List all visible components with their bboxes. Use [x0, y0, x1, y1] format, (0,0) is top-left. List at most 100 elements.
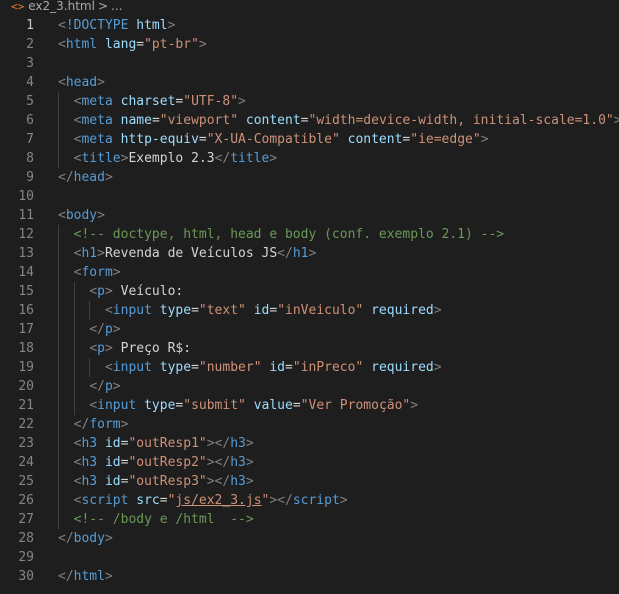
code-token: h3	[81, 474, 98, 489]
line-code: <p> Veículo:	[89, 282, 183, 301]
code-line[interactable]: 24 <h3 id="outResp2"></h3>	[0, 453, 619, 472]
line-code: <h3 id="outResp1"></h3>	[74, 434, 254, 453]
code-line[interactable]: 6 <meta name="viewport" content="width=de…	[0, 111, 619, 130]
line-code: <meta http-equiv="X-UA-Compatible" conte…	[74, 130, 489, 149]
code-editor[interactable]: < > ex2_3.html >... 1 <!DOCTYPE html> 2 <html …	[0, 0, 619, 594]
code-token: body	[73, 531, 105, 546]
code-line[interactable]: 3	[0, 54, 619, 73]
code-line[interactable]: 1 <!DOCTYPE html>	[0, 16, 619, 35]
code-line[interactable]: 12 <!-- doctype, html, head e body (conf.…	[0, 225, 619, 244]
code-line[interactable]: 8 <title>Exemplo 2.3</title>	[0, 149, 619, 168]
code-line[interactable]: 17 </p>	[0, 320, 619, 339]
indent-guide	[58, 472, 59, 491]
code-token: <	[89, 341, 98, 356]
breadcrumb-trail[interactable]: ...	[111, 0, 122, 13]
code-lines[interactable]: 1 <!DOCTYPE html> 2 <html lang="pt-br"> 3 4 <h…	[0, 16, 619, 586]
code-line[interactable]: 30 </html>	[0, 567, 619, 586]
line-code: <meta charset="UTF-8">	[74, 92, 246, 111]
code-token: =	[191, 303, 199, 318]
line-number: 11	[18, 208, 34, 223]
code-line[interactable]: 22 </form>	[0, 415, 619, 434]
code-token: p	[97, 284, 105, 299]
code-token: http-equiv	[120, 132, 199, 147]
indent-guide	[58, 434, 59, 453]
line-number: 13	[18, 246, 34, 261]
code-token: <	[89, 284, 98, 299]
code-line[interactable]: 19 <input type="number" id="inPreco" requ…	[0, 358, 619, 377]
line-number: 20	[18, 379, 34, 394]
code-token: p	[104, 379, 113, 394]
indent-guide	[58, 510, 59, 529]
line-code: </form>	[74, 415, 129, 434]
code-token: h1	[81, 246, 98, 261]
code-token: >	[198, 37, 207, 52]
code-token: >	[104, 284, 113, 299]
code-token: h3	[230, 474, 246, 489]
code-token: id	[104, 436, 121, 451]
line-number: 16	[18, 303, 34, 318]
code-line[interactable]: 15 <p> Veículo:	[0, 282, 619, 301]
code-token: content	[347, 132, 403, 147]
line-code: <meta name="viewport" content="width=dev…	[74, 111, 619, 130]
code-token: html	[65, 37, 98, 52]
code-token: </	[214, 474, 231, 489]
code-line[interactable]: 25 <h3 id="outResp3"></h3>	[0, 472, 619, 491]
code-line[interactable]: 20 </p>	[0, 377, 619, 396]
code-line[interactable]: 11 <body>	[0, 206, 619, 225]
code-line[interactable]: 23 <h3 id="outResp1"></h3>	[0, 434, 619, 453]
code-line[interactable]: 4 <head>	[0, 73, 619, 92]
breadcrumb-filename[interactable]: ex2_3.html	[28, 0, 95, 13]
code-token: type	[144, 398, 176, 413]
code-line[interactable]: 2 <html lang="pt-br">	[0, 35, 619, 54]
code-line[interactable]: 9 </head>	[0, 168, 619, 187]
code-token: >	[112, 265, 121, 280]
code-line[interactable]: 21 <input type="submit" value="Ver Promoç…	[0, 396, 619, 415]
code-token: </	[58, 531, 74, 546]
code-token: >	[238, 94, 246, 109]
code-token: <!-- doctype, html, head e body (conf. e…	[73, 227, 505, 242]
line-number: 18	[18, 341, 34, 356]
code-token: </	[214, 436, 231, 451]
code-token: <	[58, 75, 66, 90]
code-token: "number"	[198, 360, 262, 375]
code-token: head	[65, 75, 98, 90]
code-token: >	[112, 322, 121, 337]
code-line[interactable]: 18 <p> Preço R$:	[0, 339, 619, 358]
code-line[interactable]: 7 <meta http-equiv="X-UA-Compatible" cont…	[0, 130, 619, 149]
indent-guide	[58, 149, 59, 168]
code-token: body	[65, 208, 98, 223]
code-token: "ie=edge"	[410, 132, 481, 147]
line-number: 24	[18, 455, 34, 470]
code-token: >	[245, 474, 254, 489]
code-token: =	[300, 113, 309, 128]
code-line[interactable]: 5 <meta charset="UTF-8">	[0, 92, 619, 111]
code-token: "Ver Promoção"	[300, 398, 411, 413]
code-token: >	[97, 75, 105, 90]
line-number: 9	[26, 170, 34, 185]
code-token: </	[277, 493, 293, 508]
code-line[interactable]: 16 <input type="text" id="inVeiculo" requ…	[0, 301, 619, 320]
code-token: Revenda de Veículos JS	[104, 246, 278, 261]
code-token: >	[112, 379, 121, 394]
code-line[interactable]: 28 </body>	[0, 529, 619, 548]
indent-guide	[58, 396, 59, 415]
line-code: </p>	[89, 320, 120, 339]
code-token: script	[81, 493, 129, 508]
code-line[interactable]: 29	[0, 548, 619, 567]
code-line[interactable]: 10	[0, 187, 619, 206]
line-code: </body>	[58, 529, 113, 548]
line-code: <input type="submit" value="Ver Promoção…	[89, 396, 418, 415]
code-line[interactable]: 27 <!-- /body e /html -->	[0, 510, 619, 529]
code-token: =	[285, 360, 293, 375]
code-token: >	[339, 493, 348, 508]
code-line[interactable]: 26 <script src="js/ex2_3.js"></script>	[0, 491, 619, 510]
code-token: >	[245, 455, 254, 470]
line-number: 23	[18, 436, 34, 451]
indent-guide	[73, 282, 75, 301]
code-line[interactable]: 13 <h1>Revenda de Veículos JS</h1>	[0, 244, 619, 263]
code-line[interactable]: 14 <form>	[0, 263, 619, 282]
